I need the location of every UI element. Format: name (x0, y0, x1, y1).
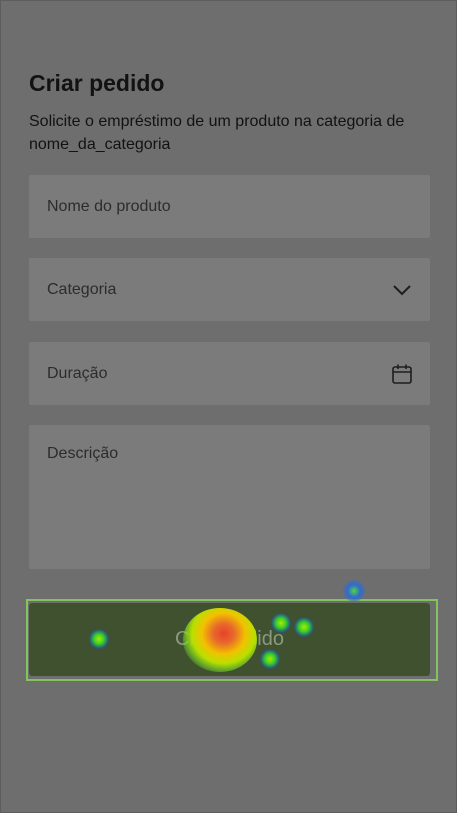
page-title: Criar pedido (29, 70, 165, 96)
duration-placeholder: Duração (47, 364, 108, 382)
description-placeholder: Descrição (47, 445, 119, 462)
create-request-button-label: Criar pedido (175, 628, 284, 650)
create-request-button[interactable]: Criar pedido (29, 603, 430, 676)
duration-field[interactable]: Duração (29, 342, 430, 405)
category-placeholder: Categoria (47, 280, 117, 298)
description-textarea[interactable]: Descrição (29, 425, 430, 569)
page-subtitle: Solicite o empréstimo de um produto na c… (29, 113, 405, 153)
product-name-placeholder: Nome do produto (47, 197, 171, 215)
calendar-icon[interactable] (391, 363, 413, 385)
category-select[interactable]: Categoria (29, 258, 430, 321)
product-name-field[interactable]: Nome do produto (29, 175, 430, 238)
chevron-down-icon[interactable] (391, 279, 413, 301)
